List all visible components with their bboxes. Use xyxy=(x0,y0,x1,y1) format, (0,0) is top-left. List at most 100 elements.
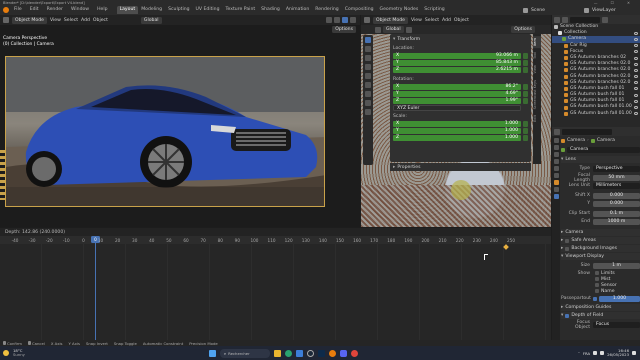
properties-subpanel[interactable]: ▸ Properties xyxy=(390,163,531,171)
location-z-field[interactable]: Z 2.6215 m xyxy=(393,67,521,73)
outliner-search-icon[interactable] xyxy=(570,16,600,23)
chrome-icon[interactable] xyxy=(350,349,358,357)
select-box-tool-icon[interactable] xyxy=(365,37,371,43)
camera-data-tab-icon[interactable] xyxy=(553,194,559,199)
store-icon[interactable] xyxy=(295,349,303,357)
npanel-tab-view[interactable]: View xyxy=(533,63,541,76)
outliner-display-mode-icon[interactable] xyxy=(562,16,568,23)
scene-selector[interactable]: Scene xyxy=(531,8,581,13)
visibility-eye-icon[interactable] xyxy=(634,87,638,91)
scale-x-field[interactable]: X 1.000 xyxy=(393,121,521,127)
clip-start-field[interactable]: 0.1 m xyxy=(593,210,640,217)
background-images-panel-header[interactable]: ▸ Background Images xyxy=(561,245,640,252)
view-menu-right[interactable]: View xyxy=(411,18,422,23)
outliner-item[interactable]: GS Autumn bush fall 01.00 xyxy=(552,111,640,117)
lens-panel-header[interactable]: ▾ Lens xyxy=(561,156,640,163)
focal-length-field[interactable]: 50 mm xyxy=(593,174,640,181)
file-explorer-icon[interactable] xyxy=(273,349,281,357)
constraints-tab-icon[interactable] xyxy=(553,187,559,192)
shading-render-icon[interactable] xyxy=(350,17,356,23)
editor-type-icon[interactable] xyxy=(3,17,9,23)
name-checkbox[interactable] xyxy=(595,289,599,293)
edge-browser-icon[interactable] xyxy=(284,349,292,357)
properties-editor-icon[interactable] xyxy=(554,128,560,135)
workspace-tab-rendering[interactable]: Rendering xyxy=(312,6,341,14)
focus-object-field[interactable]: Focus xyxy=(593,321,640,328)
lock-icon[interactable] xyxy=(523,53,528,59)
visibility-eye-icon[interactable] xyxy=(634,75,638,79)
select-menu-right[interactable]: Select xyxy=(425,18,439,23)
lock-icon[interactable] xyxy=(523,67,528,73)
rotation-z-field[interactable]: Z 1.99° xyxy=(393,98,521,104)
visibility-eye-icon[interactable] xyxy=(634,106,638,110)
move-tool-icon[interactable] xyxy=(365,55,371,61)
overlay-icon[interactable] xyxy=(326,17,332,23)
workspace-tab-sculpting[interactable]: Sculpting xyxy=(165,6,192,14)
visibility-eye-icon[interactable] xyxy=(634,37,638,41)
orientation-dropdown[interactable]: Global xyxy=(140,16,162,24)
discord-icon[interactable] xyxy=(339,349,347,357)
playhead[interactable] xyxy=(95,236,96,345)
scale-tool-icon[interactable] xyxy=(365,73,371,79)
lock-icon[interactable] xyxy=(523,98,528,104)
weather-icon[interactable] xyxy=(3,350,9,356)
tray-chevron-icon[interactable]: ˄ xyxy=(578,351,580,356)
location-x-field[interactable]: X 93.066 m xyxy=(393,53,521,59)
lock-icon[interactable] xyxy=(523,60,528,66)
photoshop-icon[interactable] xyxy=(317,349,325,357)
weather-widget[interactable]: 18°C Sunny xyxy=(13,348,25,358)
add-cube-tool-icon[interactable] xyxy=(365,109,371,115)
snap-icon[interactable] xyxy=(405,26,412,33)
scene-tab-icon[interactable] xyxy=(553,166,559,171)
view-menu[interactable]: View xyxy=(50,18,61,23)
safe-areas-panel-header[interactable]: ▸ Safe Areas xyxy=(561,237,640,244)
menu-help[interactable]: Help xyxy=(94,6,110,14)
rotation-x-field[interactable]: X 86.2° xyxy=(393,84,521,90)
camera-type-dropdown[interactable]: Perspective xyxy=(593,165,640,172)
visibility-eye-icon[interactable] xyxy=(634,99,638,103)
select-menu[interactable]: Select xyxy=(64,18,78,23)
measure-tool-icon[interactable] xyxy=(365,100,371,106)
top-viewport[interactable]: Object Mode View Select Add Object Globa… xyxy=(361,15,551,227)
workspace-tab-compositing[interactable]: Compositing xyxy=(342,6,377,14)
limits-checkbox[interactable] xyxy=(595,271,599,275)
options-button-right[interactable]: Options xyxy=(511,26,535,33)
view-layer-tab-icon[interactable] xyxy=(553,159,559,164)
rotation-y-field[interactable]: Y 4.69° xyxy=(393,91,521,97)
language-indicator[interactable]: FRA xyxy=(583,351,590,356)
cursor-tool-icon[interactable] xyxy=(365,46,371,52)
display-size-field[interactable]: 1 m xyxy=(593,262,640,269)
npanel-tab-screencast-keys[interactable]: Screencast Keys xyxy=(533,78,541,111)
workspace-tab-texture-paint[interactable]: Texture Paint xyxy=(223,6,259,14)
lock-icon[interactable] xyxy=(523,135,528,141)
view-layer-selector[interactable]: ViewLayer xyxy=(592,8,636,13)
workspace-tab-layout[interactable]: Layout xyxy=(116,6,139,14)
properties-search-icon[interactable] xyxy=(562,128,612,135)
shift-x-field[interactable]: 0.000 xyxy=(593,192,640,199)
add-menu[interactable]: Add xyxy=(81,18,90,23)
visibility-eye-icon[interactable] xyxy=(634,56,638,60)
object-menu-right[interactable]: Object xyxy=(454,18,469,23)
dof-checkbox[interactable] xyxy=(565,313,570,318)
clip-end-field[interactable]: 1000 m xyxy=(593,218,640,225)
transform-tool-icon[interactable] xyxy=(365,82,371,88)
rotate-tool-icon[interactable] xyxy=(365,64,371,70)
object-tab-icon[interactable] xyxy=(553,180,559,185)
scale-z-field[interactable]: Z 1.000 xyxy=(393,135,521,141)
workspace-tab-modeling[interactable]: Modeling xyxy=(138,6,165,14)
editor-type-icon-right[interactable] xyxy=(364,17,370,23)
safe-areas-checkbox[interactable] xyxy=(565,238,570,243)
scale-y-field[interactable]: Y 1.000 xyxy=(393,128,521,134)
npanel-tab-item[interactable]: Item xyxy=(533,36,541,49)
camera-viewport[interactable]: Object Mode View Select Add Object Globa… xyxy=(0,15,360,227)
viewport-display-panel-header[interactable]: ▾ Viewport Display xyxy=(561,253,640,260)
window-controls[interactable]: — ☐ ✕ xyxy=(594,1,640,5)
outliner-editor-icon[interactable] xyxy=(554,16,560,23)
shift-y-field[interactable]: 0.000 xyxy=(593,200,640,207)
add-menu-right[interactable]: Add xyxy=(442,18,451,23)
visibility-eye-icon[interactable] xyxy=(634,93,638,97)
wifi-icon[interactable] xyxy=(593,351,598,355)
visibility-eye-icon[interactable] xyxy=(634,81,638,85)
workspace-tab-scripting[interactable]: Scripting xyxy=(421,6,447,14)
xray-icon[interactable] xyxy=(334,17,340,23)
